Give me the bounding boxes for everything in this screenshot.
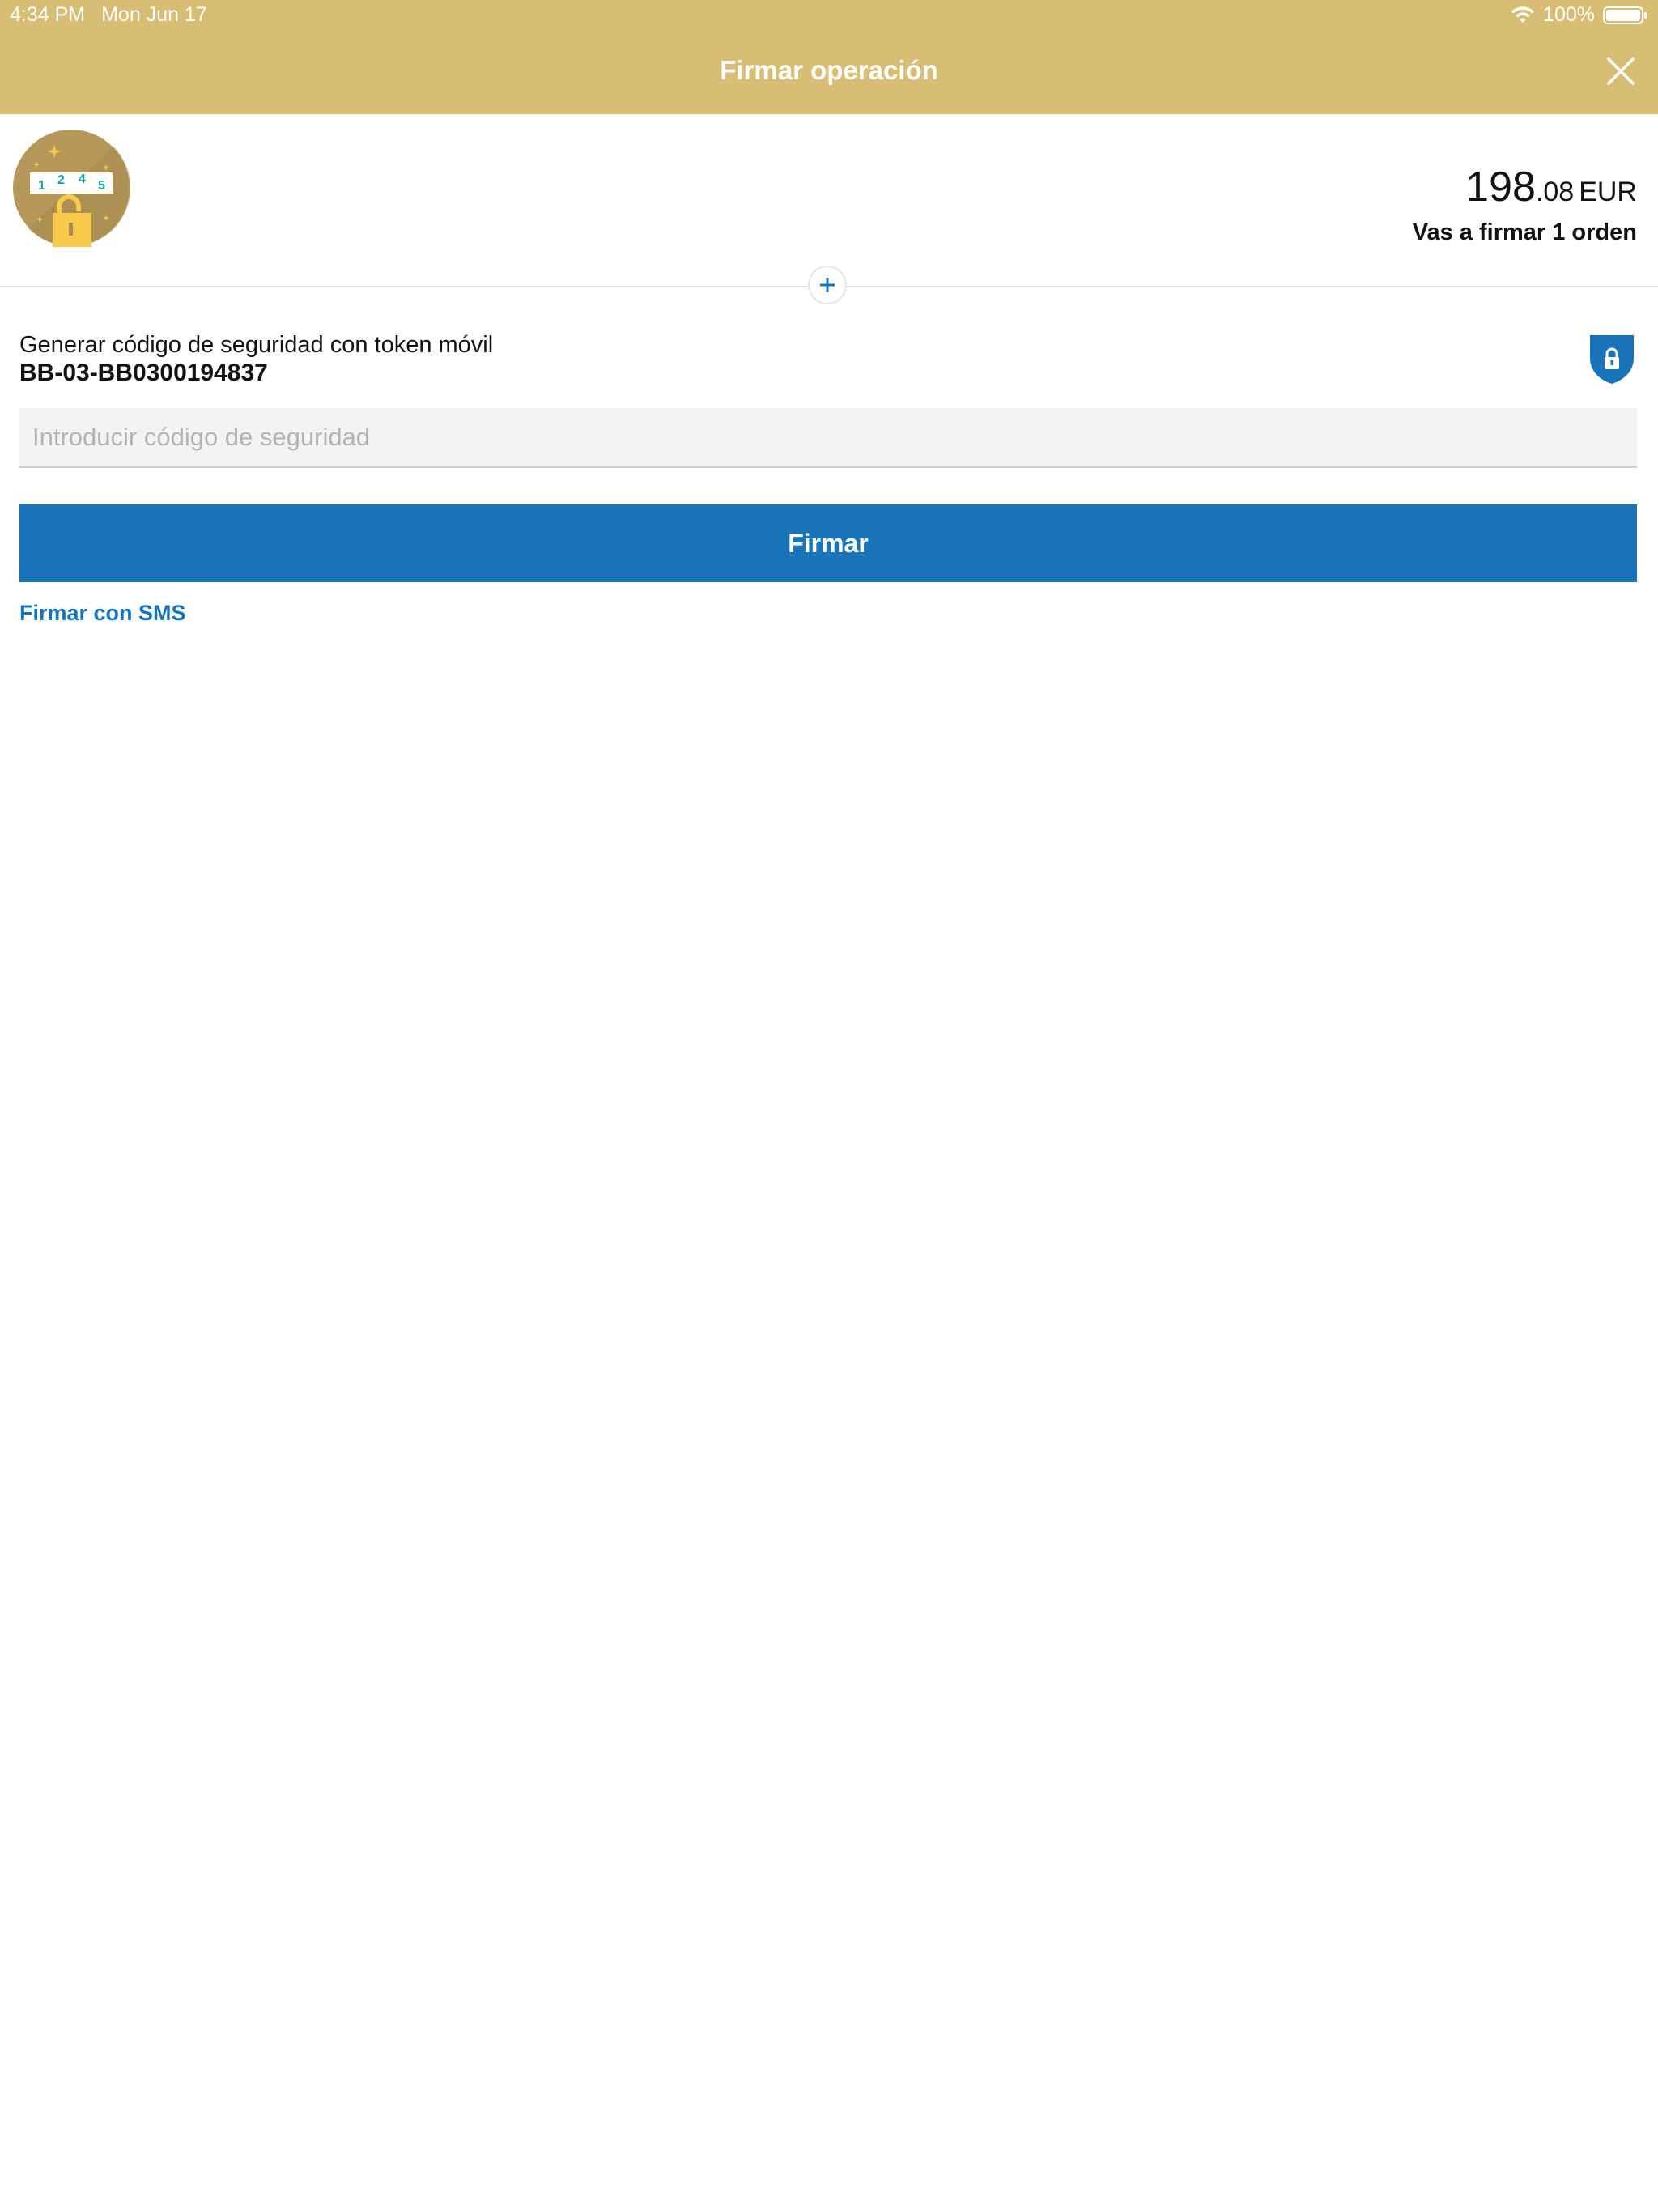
security-code-illustration: 1 2 4 5: [12, 129, 131, 247]
wifi-icon: [1511, 6, 1535, 24]
sign-operation-screen: 4:34 PM Mon Jun 17 100% Firmar operación…: [0, 0, 1658, 2212]
illustration-digit-3: 4: [79, 172, 86, 186]
status-bar-right: 100%: [1511, 3, 1648, 27]
order-count-text: Vas a firmar 1 orden: [1412, 219, 1637, 245]
header: 4:34 PM Mon Jun 17 100% Firmar operación: [0, 0, 1658, 114]
amount: 198.08 EUR: [1465, 163, 1637, 211]
status-time: 4:34 PM: [10, 3, 86, 26]
amount-decimal: .08: [1535, 177, 1575, 207]
status-date: Mon Jun 17: [101, 3, 207, 26]
illustration-digit-4: 5: [98, 179, 105, 193]
battery-percentage: 100%: [1543, 3, 1595, 26]
token-label: Generar código de seguridad con token mó…: [19, 332, 494, 358]
token-id: BB-03-BB0300194837: [19, 359, 268, 386]
close-button[interactable]: [1606, 57, 1635, 86]
amount-integer: 198: [1465, 164, 1536, 211]
page-title: Firmar operación: [720, 55, 938, 85]
sign-button[interactable]: Firmar: [19, 504, 1637, 582]
battery-icon: [1603, 6, 1648, 25]
status-bar-left: 4:34 PM Mon Jun 17: [10, 3, 207, 27]
amount-currency: EUR: [1579, 177, 1637, 207]
plus-icon: [820, 278, 835, 292]
illustration-digit-2: 2: [57, 173, 65, 187]
security-code-input[interactable]: [19, 408, 1637, 468]
shield-lock-icon: [1588, 334, 1635, 385]
illustration-digit-1: 1: [38, 179, 45, 193]
expand-details-button[interactable]: [808, 266, 847, 304]
sign-with-sms-link[interactable]: Firmar con SMS: [19, 601, 186, 626]
close-icon: [1607, 57, 1635, 85]
operation-summary: 1 2 4 5 198.08 EUR Vas a firmar 1 orden: [0, 114, 1658, 287]
